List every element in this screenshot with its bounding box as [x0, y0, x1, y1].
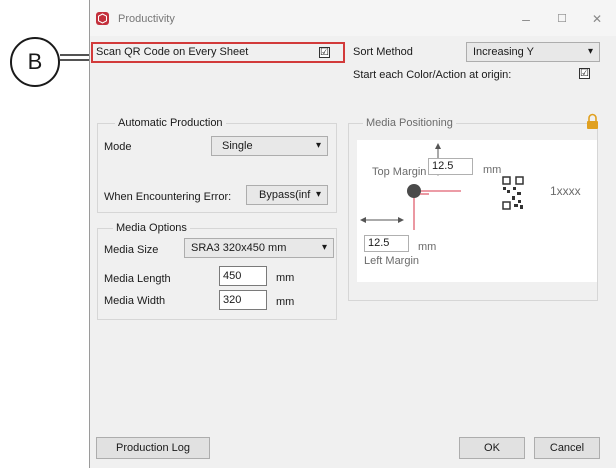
cancel-button[interactable]: Cancel: [534, 437, 600, 459]
ok-button[interactable]: OK: [459, 437, 525, 459]
top-margin-label: Top Margin: [372, 166, 427, 178]
error-label: When Encountering Error:: [104, 191, 232, 203]
chevron-down-icon: ▾: [321, 242, 327, 253]
maximize-button[interactable]: ☐: [547, 8, 577, 30]
top-margin-input[interactable]: 12.5: [428, 158, 473, 175]
top-margin-unit: mm: [483, 164, 502, 176]
chevron-down-icon: ▾: [315, 189, 321, 200]
left-margin-label: Left Margin: [364, 255, 420, 267]
sort-method-value: Increasing Y: [473, 46, 534, 58]
production-log-button[interactable]: Production Log: [96, 437, 210, 459]
media-positioning-title: Media Positioning: [363, 117, 456, 129]
media-options-title: Media Options: [113, 222, 190, 234]
automatic-production-title: Automatic Production: [115, 117, 226, 129]
media-size-label: Media Size: [104, 244, 159, 256]
error-select[interactable]: Bypass(inf ▾: [246, 185, 328, 205]
close-button[interactable]: ✕: [582, 8, 612, 30]
chevron-down-icon: ▾: [315, 140, 321, 151]
left-margin-input[interactable]: 12.5: [364, 235, 409, 252]
minimize-button[interactable]: –: [511, 8, 541, 30]
media-size-value: SRA3 320x450 mm: [191, 242, 287, 254]
error-value: Bypass(inf: [259, 189, 311, 201]
mode-value: Single: [222, 140, 253, 152]
callout-leader: [60, 54, 91, 61]
sort-method-label: Sort Method: [353, 46, 413, 58]
lock-icon: [587, 113, 598, 129]
window-title: Productivity: [118, 13, 175, 25]
title-bar: Productivity – ☐ ✕: [90, 0, 616, 36]
media-width-unit: mm: [276, 296, 295, 308]
media-length-label: Media Length: [104, 273, 171, 285]
start-each-label: Start each Color/Action at origin:: [353, 69, 512, 81]
scan-qr-highlight: [91, 42, 345, 63]
sort-method-select[interactable]: Increasing Y ▾: [466, 42, 600, 62]
qr-code-icon: [502, 176, 524, 210]
media-size-select[interactable]: SRA3 320x450 mm ▾: [184, 238, 334, 258]
mode-label: Mode: [104, 141, 132, 153]
cube-icon: [98, 13, 107, 24]
callout-letter: B: [27, 49, 43, 74]
chevron-down-icon: ▾: [587, 46, 593, 57]
media-length-unit: mm: [276, 272, 295, 284]
left-margin-unit: mm: [418, 241, 437, 253]
sample-text: 1xxxx: [550, 184, 581, 198]
start-each-checkbox[interactable]: ☑: [579, 68, 590, 79]
callout-b: B: [10, 37, 60, 87]
media-length-input[interactable]: 450: [219, 266, 267, 286]
media-width-label: Media Width: [104, 295, 166, 307]
app-icon: [96, 12, 109, 25]
media-preview: Top Margin 12.5 mm 1xxxx 12.5 mm Left Ma…: [357, 140, 597, 282]
media-width-input[interactable]: 320: [219, 290, 267, 310]
mode-select[interactable]: Single ▾: [211, 136, 328, 156]
